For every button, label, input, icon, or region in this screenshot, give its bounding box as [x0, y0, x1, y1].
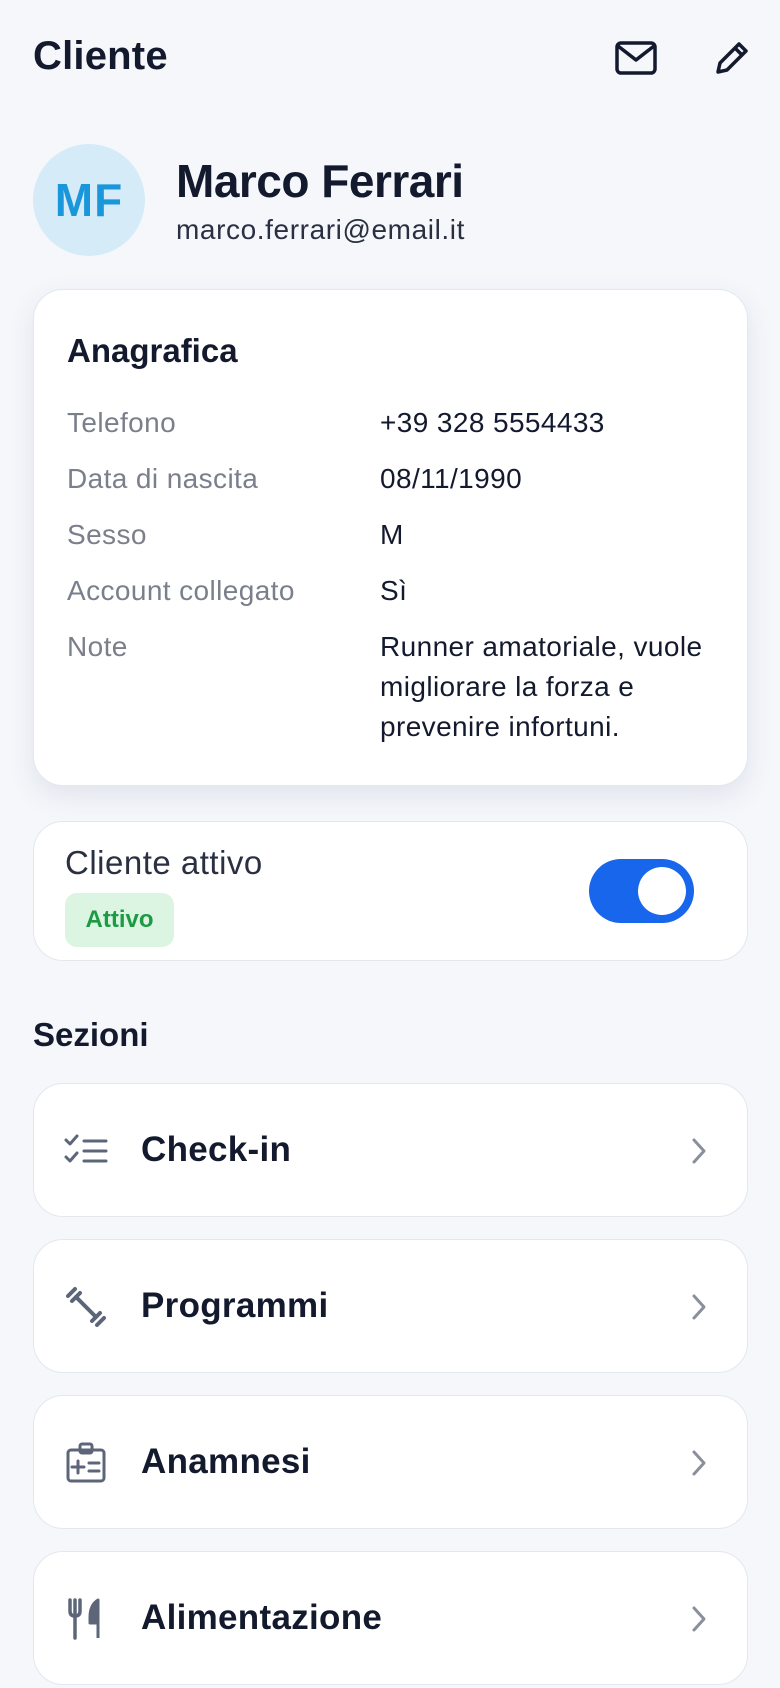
info-value: 08/11/1990 — [380, 463, 523, 494]
section-item-label: Check-in — [141, 1130, 292, 1169]
medical-id-icon — [62, 1439, 110, 1487]
section-item-anamnesi[interactable]: Anamnesi — [33, 1395, 748, 1529]
info-label: Sesso — [67, 519, 147, 550]
status-label: Cliente attivo — [65, 844, 263, 881]
personal-data-card: Anagrafica Telefono +39 328 5554433 Data… — [33, 289, 748, 786]
section-item-alimentazione[interactable]: Alimentazione — [33, 1551, 748, 1685]
client-email: marco.ferrari@email.it — [176, 214, 466, 245]
info-label: Telefono — [67, 407, 177, 438]
sections-title: Sezioni — [33, 1016, 149, 1053]
info-label: Data di nascita — [67, 463, 259, 494]
info-value: M — [380, 519, 404, 550]
chevron-right-icon — [682, 1446, 716, 1480]
chevron-right-icon — [682, 1134, 716, 1168]
mail-icon — [615, 41, 657, 75]
status-badge: Attivo — [65, 893, 174, 947]
top-bar: Cliente — [0, 0, 780, 118]
fork-knife-icon — [62, 1595, 110, 1643]
section-item-check-in[interactable]: Check-in — [33, 1083, 748, 1217]
info-label: Account collegato — [67, 575, 295, 606]
info-value: Sì — [380, 575, 408, 606]
page-title: Cliente — [33, 34, 168, 78]
edit-button[interactable] — [708, 34, 756, 82]
avatar: MF — [33, 144, 145, 256]
info-label: Note — [67, 631, 128, 662]
chevron-right-icon — [682, 1290, 716, 1324]
section-item-programmi[interactable]: Programmi — [33, 1239, 748, 1373]
client-name: Marco Ferrari — [176, 155, 464, 207]
mail-button[interactable] — [612, 34, 660, 82]
client-status-card: Cliente attivo Attivo — [33, 821, 748, 961]
info-value: Runner amatoriale, vuole migliorare la f… — [380, 631, 703, 742]
checklist-icon — [62, 1127, 110, 1175]
toggle-knob — [638, 867, 686, 915]
chevron-right-icon — [682, 1602, 716, 1636]
client-profile-header: MF Marco Ferrari marco.ferrari@email.it — [33, 144, 753, 256]
section-item-label: Anamnesi — [141, 1442, 311, 1481]
pencil-icon — [716, 42, 748, 74]
active-toggle[interactable] — [589, 859, 694, 923]
dumbbell-icon — [62, 1283, 110, 1331]
card-title: Anagrafica — [67, 332, 238, 369]
info-value: +39 328 5554433 — [380, 407, 605, 438]
section-item-label: Alimentazione — [141, 1598, 383, 1637]
section-item-label: Programmi — [141, 1286, 329, 1325]
